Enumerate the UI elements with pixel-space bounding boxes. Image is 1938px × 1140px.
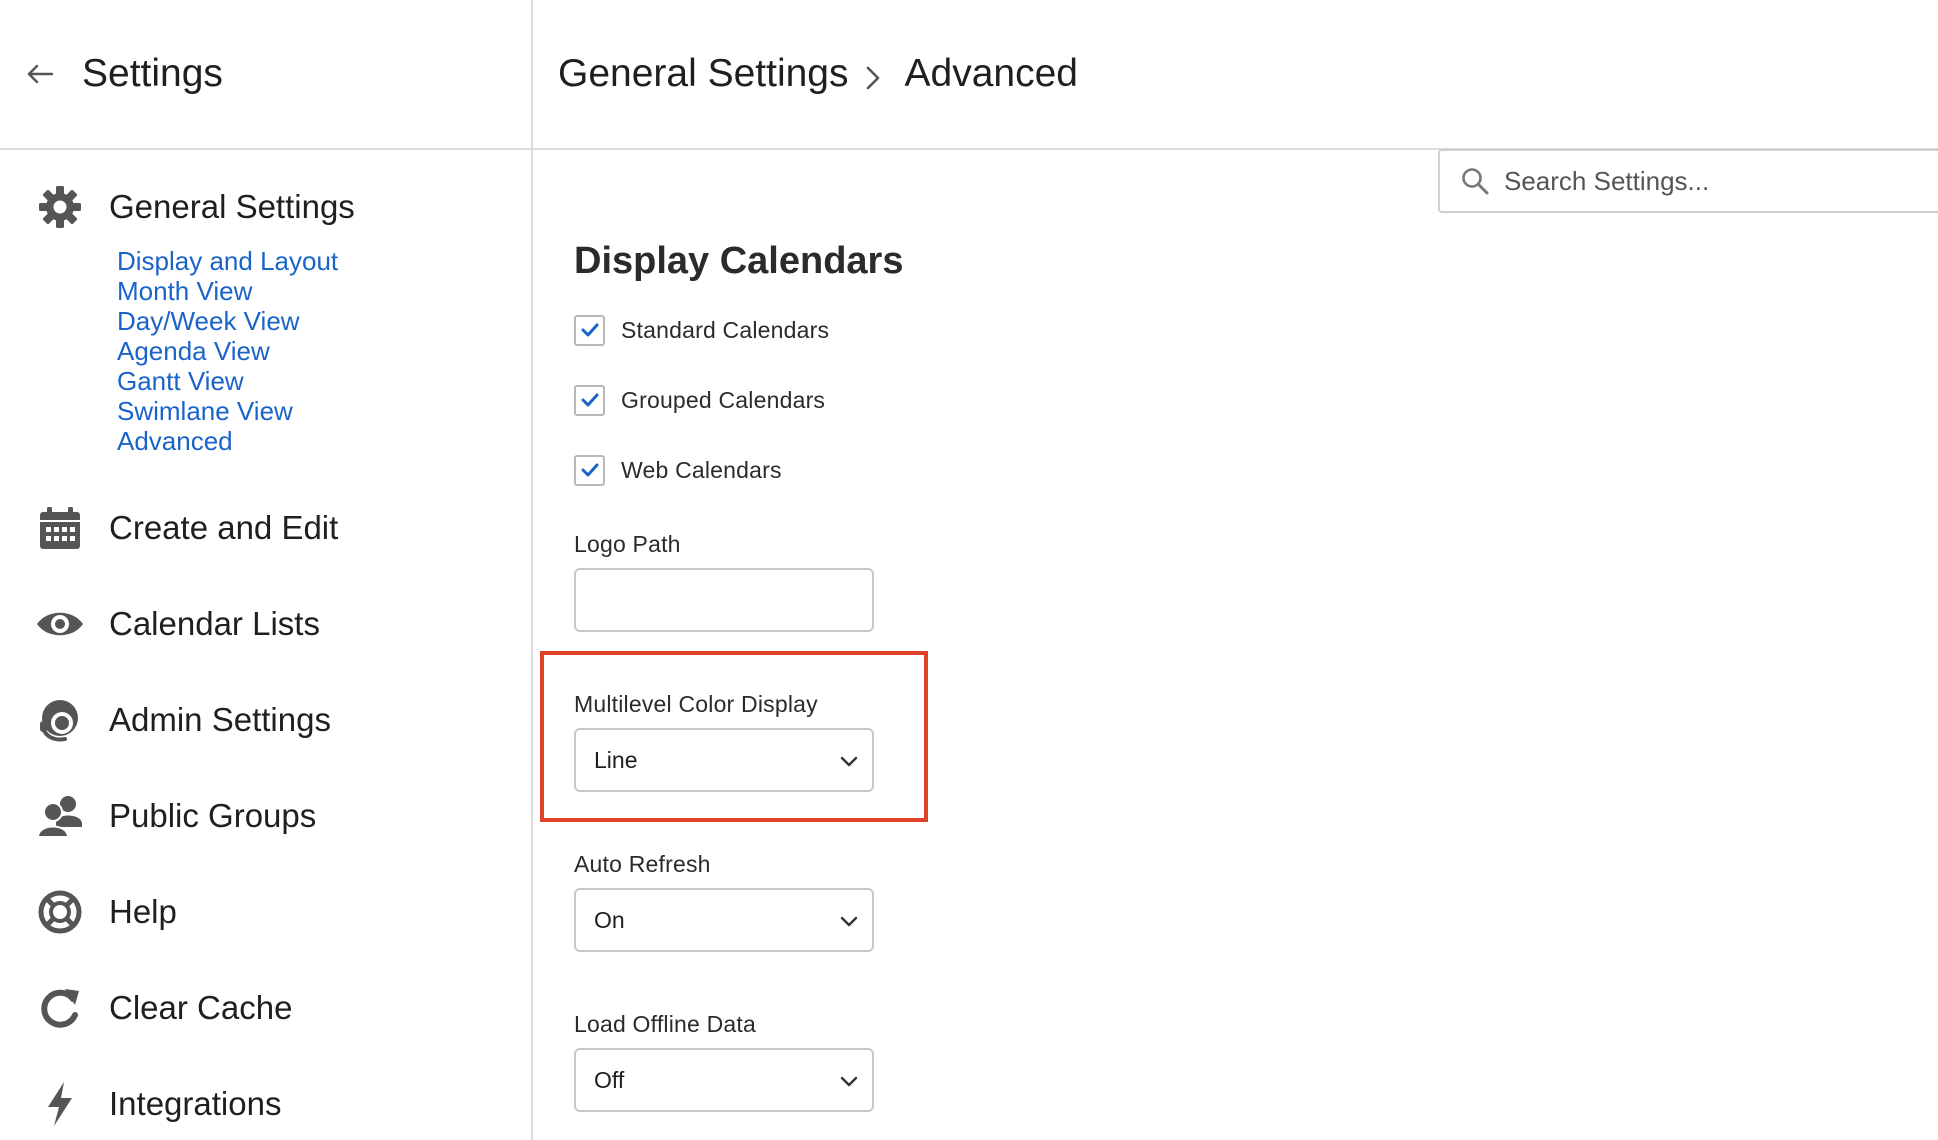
nav-item-public-groups[interactable]: Public Groups (0, 786, 531, 846)
grouped-calendars-checkbox[interactable] (574, 384, 605, 416)
auto-refresh-select[interactable]: On (574, 888, 874, 952)
group-users-icon (34, 790, 86, 842)
checkbox-label: Standard Calendars (621, 316, 830, 343)
checkmark-icon (581, 463, 598, 477)
subnav-agenda-view[interactable]: Agenda View (117, 336, 338, 366)
multilevel-color-display-label: Multilevel Color Display (574, 691, 818, 717)
web-calendars-option[interactable]: Web Calendars (574, 453, 782, 487)
select-value: Off (594, 1066, 625, 1093)
search-input[interactable] (1504, 165, 1924, 197)
sidebar-header: Settings (0, 0, 531, 150)
select-value: Line (594, 746, 638, 773)
settings-app: Settings General Settings Display and La… (0, 0, 1938, 1140)
nav-label: Help (109, 893, 177, 930)
web-calendars-checkbox[interactable] (574, 454, 605, 486)
breadcrumb-general-settings[interactable]: General Settings (558, 52, 849, 96)
standard-calendars-option[interactable]: Standard Calendars (574, 313, 829, 347)
nav-label: Create and Edit (109, 509, 339, 546)
subnav-advanced[interactable]: Advanced (117, 426, 338, 456)
checkmark-icon (581, 393, 598, 407)
load-offline-data-select[interactable]: Off (574, 1048, 874, 1112)
chevron-down-icon (838, 1070, 860, 1092)
nav-item-general-settings[interactable]: General Settings (0, 177, 531, 237)
lifebuoy-icon (34, 886, 86, 938)
nav-label: General Settings (109, 188, 355, 225)
admin-headset-icon (34, 694, 86, 746)
calendar-icon (34, 502, 86, 554)
grouped-calendars-option[interactable]: Grouped Calendars (574, 383, 825, 417)
nav-item-integrations[interactable]: Integrations (0, 1074, 531, 1134)
checkmark-icon (581, 323, 598, 337)
sidebar: Settings General Settings Display and La… (0, 0, 533, 1140)
nav-item-calendar-lists[interactable]: Calendar Lists (0, 594, 531, 654)
nav-label: Admin Settings (109, 701, 331, 738)
search-box[interactable] (1438, 149, 1938, 213)
sidebar-title: Settings (82, 52, 223, 95)
nav-label: Public Groups (109, 797, 317, 834)
checkbox-label: Web Calendars (621, 456, 782, 483)
multilevel-color-display-select[interactable]: Line (574, 728, 874, 792)
logo-path-input[interactable] (574, 568, 874, 632)
logo-path-label: Logo Path (574, 531, 681, 557)
load-offline-data-label: Load Offline Data (574, 1011, 756, 1037)
subnav-day-week-view[interactable]: Day/Week View (117, 306, 338, 336)
breadcrumb: General Settings Advanced (533, 0, 1938, 150)
checkbox-label: Grouped Calendars (621, 386, 826, 413)
nav-item-help[interactable]: Help (0, 882, 531, 942)
select-value: On (594, 906, 625, 933)
chevron-down-icon (838, 750, 860, 772)
back-arrow-icon[interactable] (26, 57, 60, 91)
main-content: General Settings Advanced Display Calend… (533, 0, 1938, 1140)
auto-refresh-label: Auto Refresh (574, 851, 711, 877)
nav-label: Clear Cache (109, 989, 293, 1026)
gear-icon (34, 181, 86, 233)
subnav-swimlane-view[interactable]: Swimlane View (117, 396, 338, 426)
nav-label: Calendar Lists (109, 605, 320, 642)
standard-calendars-checkbox[interactable] (574, 314, 605, 346)
nav-item-admin-settings[interactable]: Admin Settings (0, 690, 531, 750)
chevron-right-icon (863, 62, 895, 94)
chevron-down-icon (838, 910, 860, 932)
nav-item-create-and-edit[interactable]: Create and Edit (0, 498, 531, 558)
nav-label: Integrations (109, 1085, 282, 1122)
section-title: Display Calendars (574, 240, 904, 282)
subnav-gantt-view[interactable]: Gantt View (117, 366, 338, 396)
refresh-icon (34, 982, 86, 1034)
general-settings-subnav: Display and Layout Month View Day/Week V… (117, 246, 338, 456)
eye-icon (34, 598, 86, 650)
subnav-display-and-layout[interactable]: Display and Layout (117, 246, 338, 276)
subnav-month-view[interactable]: Month View (117, 276, 338, 306)
breadcrumb-advanced: Advanced (904, 52, 1078, 95)
search-icon (1460, 166, 1490, 196)
lightning-icon (34, 1078, 86, 1130)
nav-item-clear-cache[interactable]: Clear Cache (0, 978, 531, 1038)
